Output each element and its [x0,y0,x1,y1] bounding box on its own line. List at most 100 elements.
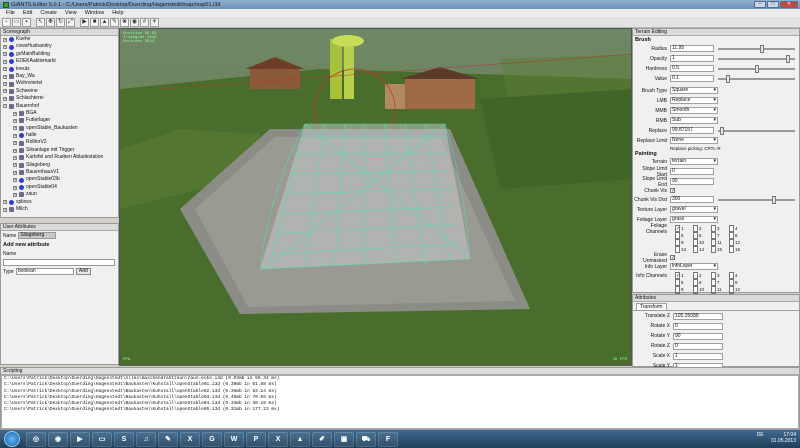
foliage-channel-checkbox[interactable] [675,246,680,253]
channel-item[interactable]: 2 [693,272,711,279]
channel-item[interactable]: 6 [693,279,711,286]
tree-node[interactable]: + Schlachterei [3,95,118,102]
menu-help[interactable]: Help [108,10,127,16]
foliage-channel-checkbox[interactable] [675,232,680,239]
tree-node[interactable]: + BauernhausV1 [3,169,118,176]
channel-item[interactable]: 3 [711,272,729,279]
tree-node[interactable]: + RolltorV2 [3,139,118,146]
attribute-input[interactable]: 0 [673,342,723,350]
foliage-channel-checkbox[interactable] [729,225,734,232]
scale-tool-icon[interactable]: ⤢ [66,17,75,27]
tree-node[interactable]: + openStable_Baukasten [3,125,118,132]
tree-node[interactable]: + Silageberg [3,162,118,169]
radius-slider[interactable] [718,44,795,53]
info-channel-checkbox[interactable] [729,272,734,279]
expand-toggle-icon[interactable]: − [3,104,7,109]
channel-item[interactable]: 7 [711,279,729,286]
expand-toggle-icon[interactable]: + [13,192,17,197]
stop-icon[interactable]: ■ [90,17,99,27]
menu-window[interactable]: Window [81,10,109,16]
foliage-channel-checkbox[interactable] [711,232,716,239]
excel2-taskbar-icon[interactable]: X [268,431,288,447]
channel-item[interactable]: 13 [675,246,693,253]
tree-node[interactable]: + Kuehe [3,36,118,43]
expand-toggle-icon[interactable]: + [3,37,7,42]
channel-item[interactable]: 3 [711,225,729,232]
info-channel-checkbox[interactable] [711,272,716,279]
info-channel-checkbox[interactable] [711,279,716,286]
foliage-channel-checkbox[interactable] [711,246,716,253]
light-icon[interactable]: ☀ [150,17,159,27]
menu-create[interactable]: Create [36,10,61,16]
chunk-vis-dist-input[interactable]: 300 [670,196,714,203]
notes-taskbar-icon[interactable]: ✎ [158,431,178,447]
foliage-channel-checkbox[interactable] [693,225,698,232]
info-channel-checkbox[interactable] [729,286,734,293]
channel-item[interactable]: 11 [711,239,729,246]
tab-transform[interactable]: Transform [636,303,667,310]
replace-slider[interactable] [718,126,795,135]
menu-view[interactable]: View [61,10,81,16]
media-taskbar-icon[interactable]: ♫ [136,431,156,447]
expand-toggle-icon[interactable]: + [13,126,17,131]
hardness-input[interactable]: 0.5 [670,65,714,72]
chrome-taskbar-icon[interactable]: ◎ [26,431,46,447]
tree-node[interactable]: + openStable03b [3,176,118,183]
expand-toggle-icon[interactable]: + [3,67,7,72]
tree-node[interactable]: + gcMainBuilding [3,51,118,58]
value-input[interactable]: 0.1 [670,75,714,82]
mmb-select[interactable]: Smooth [670,107,718,114]
foliage-channel-checkbox[interactable] [693,239,698,246]
expand-toggle-icon[interactable]: + [13,163,17,168]
expand-toggle-icon[interactable]: + [3,82,7,87]
expand-toggle-icon[interactable]: + [3,59,7,64]
tree-node[interactable]: − Bauernhof [3,103,118,110]
select-tool-icon[interactable]: ↖ [36,17,45,27]
chunk-vis-dist-slider[interactable] [718,195,795,204]
add-attribute-button[interactable]: Add [75,268,91,275]
foliage-channel-checkbox[interactable] [729,246,734,253]
attribute-input[interactable]: 1 [673,352,723,360]
folder-taskbar-icon[interactable]: ▭ [92,431,112,447]
attribute-input[interactable]: 90 [673,332,723,340]
photo-taskbar-icon[interactable]: ▣ [334,431,354,447]
expand-toggle-icon[interactable]: + [13,185,17,190]
attribute-input[interactable]: 105.35088 [673,312,723,320]
tree-node[interactable]: + zaun [3,191,118,198]
tree-node[interactable]: + Bay_Wa [3,73,118,80]
info-channel-checkbox[interactable]: ✓ [675,272,680,279]
foliage-tool-icon[interactable]: ❀ [120,17,129,27]
tree-node[interactable]: + Siloanlage mit Trigger [3,147,118,154]
new-file-icon[interactable]: ▫ [2,17,11,27]
script-log[interactable]: C:\Users\Patrick\Desktop\Duerding\Hagens… [1,375,799,429]
channel-item[interactable]: 5 [675,279,693,286]
info-channel-checkbox[interactable] [675,286,680,293]
info-channel-checkbox[interactable] [711,286,716,293]
minimize-button[interactable]: – [754,1,766,8]
channel-item[interactable]: 11 [711,286,729,293]
foliage-channel-checkbox[interactable] [729,239,734,246]
expand-toggle-icon[interactable]: + [13,155,17,160]
opacity-slider[interactable] [718,54,795,63]
tree-node[interactable]: + Kartofel und Rueben Abladestation [3,154,118,161]
expand-toggle-icon[interactable]: + [3,45,7,50]
foliage-channel-checkbox[interactable] [729,232,734,239]
move-tool-icon[interactable]: ✥ [46,17,55,27]
paint-tool-icon[interactable]: ✎ [110,17,119,27]
tree-node[interactable]: + EDEKAaktivmarkt [3,58,118,65]
foliage-channel-checkbox[interactable] [693,232,698,239]
texture-layer-select[interactable]: gravel [670,206,718,213]
language-indicator[interactable]: DE [757,432,764,438]
channel-item[interactable]: 2 [693,225,711,232]
info-channel-checkbox[interactable] [675,279,680,286]
expand-toggle-icon[interactable]: + [3,89,7,94]
channel-item[interactable]: 4 [729,225,747,232]
expand-toggle-icon[interactable]: + [13,170,17,175]
tree-node[interactable]: + Milch [3,206,118,213]
tree-node[interactable]: + Futterlager [3,117,118,124]
fs-taskbar-icon[interactable]: F [378,431,398,447]
play-icon[interactable]: ▶ [80,17,89,27]
excel-taskbar-icon[interactable]: X [180,431,200,447]
channel-item[interactable]: 15 [711,246,729,253]
save-icon[interactable]: ▪ [22,17,31,27]
